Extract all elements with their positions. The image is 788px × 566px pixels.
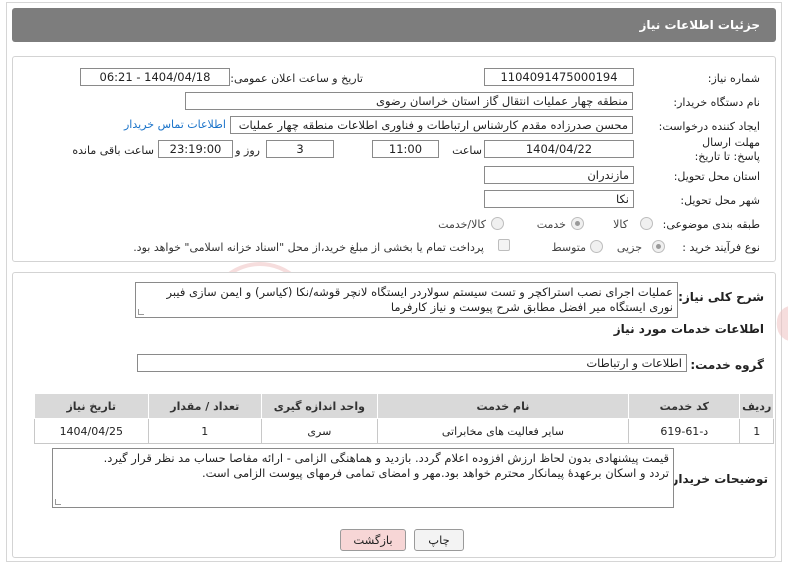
need-number-field: 1104091475000194 xyxy=(484,68,634,86)
category-option-goods-service: کالا/خدمت xyxy=(438,218,486,231)
col-quantity: تعداد / مقدار xyxy=(147,393,263,419)
announce-label: تاریخ و ساعت اعلان عمومی: xyxy=(230,72,363,85)
need-info-panel xyxy=(12,56,776,262)
category-radio-goods[interactable] xyxy=(640,217,653,230)
col-unit: واحد اندازه گیری xyxy=(261,393,378,419)
description-textarea: عملیات اجرای نصب استراکچر و تست سیستم سو… xyxy=(135,282,678,318)
category-radio-goods-service[interactable] xyxy=(491,217,504,230)
deadline-date-field: 1404/04/22 xyxy=(484,140,634,158)
buyer-notes-label: توضیحات خریدار: xyxy=(666,472,768,486)
services-section-title: اطلاعات خدمات مورد نیاز xyxy=(613,322,764,336)
resize-grip-icon[interactable] xyxy=(55,499,61,505)
process-radio-medium[interactable] xyxy=(590,240,603,253)
city-label: شهر محل تحویل: xyxy=(680,194,760,207)
creator-field: محسن صدرزاده مقدم کارشناس ارتباطات و فنا… xyxy=(230,116,633,134)
treasury-checkbox[interactable] xyxy=(498,239,510,251)
category-radio-service[interactable] xyxy=(571,217,584,230)
col-date: تاریخ نیاز xyxy=(34,393,149,419)
process-radio-partial[interactable] xyxy=(652,240,665,253)
category-option-service: خدمت xyxy=(536,218,566,231)
city-field: نکا xyxy=(484,190,634,208)
deadline-time-field: 11:00 xyxy=(372,140,439,158)
service-group-label: گروه خدمت: xyxy=(690,358,764,372)
announce-field: 1404/04/18 - 06:21 xyxy=(80,68,230,86)
col-code: کد خدمت xyxy=(628,393,741,419)
resize-grip-icon[interactable] xyxy=(138,309,144,315)
services-table: ردیف کد خدمت نام خدمت واحد اندازه گیری ت… xyxy=(34,393,774,444)
deadline-label: مهلت ارسال پاسخ: تا تاریخ: xyxy=(694,136,760,163)
cell-unit: سری xyxy=(261,418,378,444)
back-button[interactable]: بازگشت xyxy=(340,529,406,551)
remaining-time-field: 23:19:00 xyxy=(158,140,233,158)
days-label: روز و xyxy=(235,144,260,157)
cell-code: د-61-619 xyxy=(628,418,741,444)
table-header-row: ردیف کد خدمت نام خدمت واحد اندازه گیری ت… xyxy=(34,393,774,419)
page-header: جزئیات اطلاعات نیاز xyxy=(12,8,776,42)
province-label: استان محل تحویل: xyxy=(673,170,760,183)
print-button[interactable]: چاپ xyxy=(414,529,464,551)
cell-name: سایر فعالیت های مخابراتی xyxy=(376,418,630,444)
buyer-org-label: نام دستگاه خریدار: xyxy=(673,96,760,109)
category-option-goods: کالا xyxy=(613,218,628,231)
process-label: نوع فرآیند خرید : xyxy=(682,241,760,254)
province-field: مازندران xyxy=(484,166,634,184)
buyer-notes-textarea: قیمت پیشنهادی بدون لحاظ ارزش افزوده اعلا… xyxy=(52,448,674,508)
cell-quantity: 1 xyxy=(147,418,263,444)
col-name: نام خدمت xyxy=(376,393,630,419)
creator-label: ایجاد کننده درخواست: xyxy=(658,120,760,133)
buyer-contact-link[interactable]: اطلاعات تماس خریدار xyxy=(124,118,226,131)
description-label: شرح کلی نیاز: xyxy=(678,290,764,304)
cell-row: 1 xyxy=(739,418,774,444)
service-group-field: اطلاعات و ارتباطات xyxy=(137,354,687,372)
cell-date: 1404/04/25 xyxy=(34,418,149,444)
remaining-label: ساعت باقی مانده xyxy=(72,144,154,157)
page-title: جزئیات اطلاعات نیاز xyxy=(639,18,760,32)
table-row: 1 د-61-619 سایر فعالیت های مخابراتی سری … xyxy=(34,418,774,444)
need-number-label: شماره نیاز: xyxy=(707,72,760,85)
buyer-org-field: منطقه چهار عملیات انتقال گاز استان خراسا… xyxy=(185,92,633,110)
process-option-partial: جزیی xyxy=(616,241,642,254)
deadline-time-label: ساعت xyxy=(452,144,482,157)
treasury-note: پرداخت تمام یا بخشی از مبلغ خرید،از محل … xyxy=(133,241,484,254)
description-text: عملیات اجرای نصب استراکچر و تست سیستم سو… xyxy=(166,285,673,314)
process-option-medium: متوسط xyxy=(551,241,586,254)
category-label: طبقه بندی موضوعی: xyxy=(662,218,760,231)
col-row: ردیف xyxy=(739,393,774,419)
days-field: 3 xyxy=(266,140,334,158)
buyer-notes-line-1: قیمت پیشنهادی بدون لحاظ ارزش افزوده اعلا… xyxy=(103,451,669,465)
buyer-notes-line-2: تردد و اسکان برعهدۀ پیمانکار محترم خواهد… xyxy=(201,466,669,480)
